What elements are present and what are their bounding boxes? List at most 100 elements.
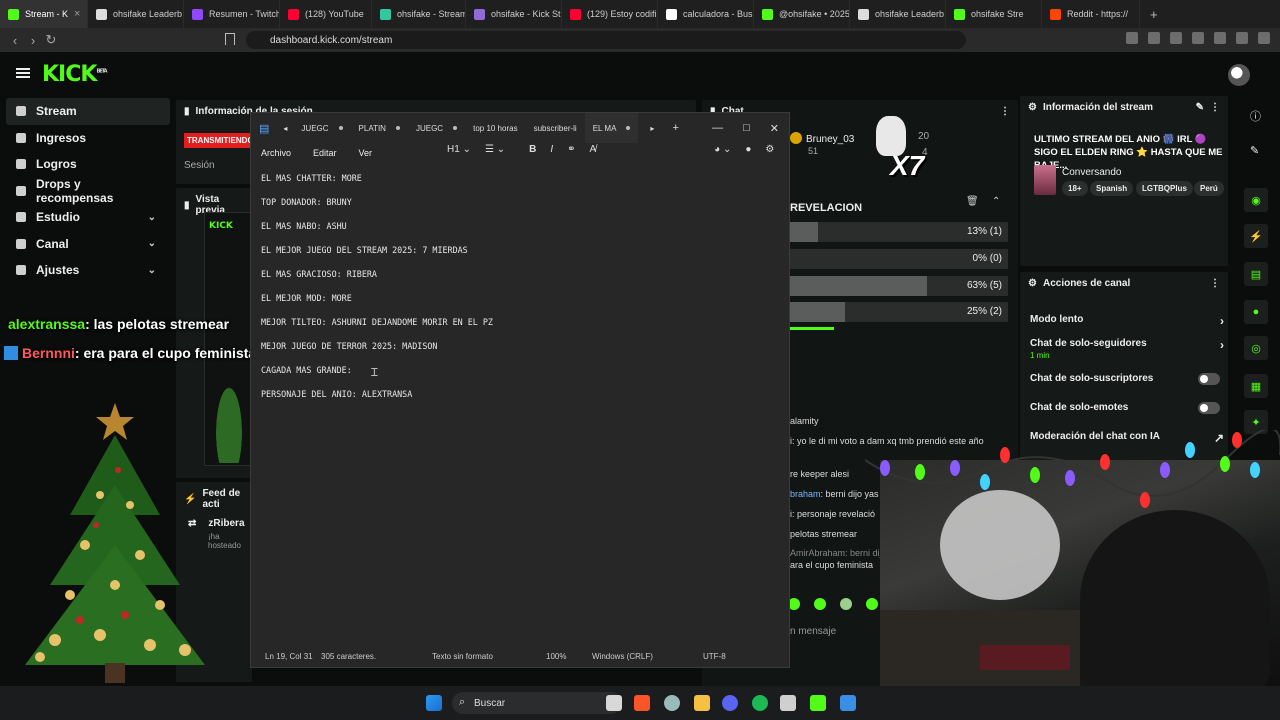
extension-icon[interactable] <box>1236 32 1248 44</box>
channel-action[interactable]: Chat de solo-suscriptores <box>1030 373 1226 385</box>
rail-button-layout[interactable]: ▦ <box>1244 374 1268 398</box>
toggle-switch[interactable] <box>1198 402 1220 414</box>
copilot-icon[interactable]: ◕ ⌄ <box>714 144 731 155</box>
extension-icon[interactable] <box>1170 32 1182 44</box>
extension-icon[interactable] <box>1192 32 1204 44</box>
bold-icon[interactable]: B <box>529 144 536 155</box>
kick-logo[interactable]: KICKBETA <box>42 62 108 87</box>
brave-icon[interactable] <box>634 695 650 711</box>
sidebar-item-estudio[interactable]: Estudio ⌄ <box>0 204 172 231</box>
minimize-icon[interactable]: — <box>712 122 723 135</box>
notepad-tab[interactable]: JUEGC <box>408 113 465 143</box>
link-icon[interactable]: ⚭ <box>567 144 575 155</box>
channel-action[interactable]: Chat de solo-emotes <box>1030 402 1226 414</box>
notepad-tab[interactable]: EL MA <box>584 113 639 143</box>
category-thumbnail[interactable] <box>1034 165 1056 195</box>
url-field[interactable]: dashboard.kick.com/stream <box>246 31 966 49</box>
encoding[interactable]: UTF-8 <box>703 652 726 661</box>
category-name[interactable]: Conversando <box>1062 167 1121 178</box>
notepad-text-area[interactable]: EL MAS CHATTER: MORE TOP DONADOR: BRUNY EL… <box>261 171 781 411</box>
sidebar-item-ajustes[interactable]: Ajustes ⌄ <box>0 257 172 284</box>
channel-action[interactable]: Chat de solo-seguidores 1 min › <box>1030 338 1226 360</box>
edit-icon[interactable]: ✎ <box>1196 102 1204 113</box>
account-icon[interactable]: ● <box>745 144 751 155</box>
rail-button-broadcast[interactable]: ◎ <box>1244 336 1268 360</box>
emote-icon[interactable] <box>814 598 826 610</box>
pencil-icon[interactable]: ✎ <box>1250 144 1259 157</box>
start-button-icon[interactable] <box>426 695 442 711</box>
heading-dropdown[interactable]: H1 ⌄ <box>447 144 471 155</box>
reload-icon[interactable]: ↻ <box>42 32 60 48</box>
stream-tag[interactable]: 18+ <box>1062 181 1088 196</box>
forward-icon[interactable]: › <box>24 33 42 48</box>
poll-collapse-icon[interactable]: ⌃ <box>992 196 1000 207</box>
chat-input[interactable]: n mensaje <box>790 626 836 637</box>
chat-more-icon[interactable]: ⋮ <box>1000 106 1010 117</box>
rail-button-chat[interactable]: ● <box>1244 300 1268 324</box>
info-icon[interactable]: ⓘ <box>1250 108 1261 124</box>
italic-icon[interactable]: I <box>550 144 553 155</box>
browser-tab[interactable]: (129) Estoy codifi <box>562 0 658 28</box>
emote-icon[interactable] <box>840 598 852 610</box>
extension-icon[interactable] <box>1126 32 1138 44</box>
actions-more-icon[interactable]: ⋮ <box>1210 278 1220 289</box>
browser-tab[interactable]: ohsifake Stre <box>946 0 1042 28</box>
scroll-right-icon[interactable]: ▸ <box>638 124 666 133</box>
poll-delete-icon[interactable]: 🗑 <box>966 196 979 207</box>
sidebar-item-stream[interactable]: Stream <box>6 98 170 125</box>
stream-tag[interactable]: LGTBQPlus <box>1136 181 1193 196</box>
browser-tab[interactable]: ohsifake Leaderb <box>88 0 184 28</box>
notepad-tab[interactable]: JUEGC <box>293 113 350 143</box>
scroll-left-icon[interactable]: ◂ <box>277 124 293 133</box>
task-view-icon[interactable] <box>606 695 622 711</box>
chrome-icon[interactable] <box>664 695 680 711</box>
chat-top-user[interactable]: Bruney_03 <box>790 132 854 145</box>
browser-tab[interactable]: @ohsifake • 2025 <box>754 0 850 28</box>
toggle-switch[interactable] <box>1198 373 1220 385</box>
browser-tab[interactable]: Stream - K × <box>0 0 88 28</box>
back-icon[interactable]: ‹ <box>6 33 24 48</box>
sidebar-item-drops[interactable]: Drops y recompensas <box>0 177 172 205</box>
close-icon[interactable]: ✕ <box>770 122 779 135</box>
notepad-menu-archivo[interactable]: Archivo <box>261 148 291 158</box>
notepad-tab[interactable]: subscriber-li <box>526 113 585 143</box>
unknown-app-icon[interactable] <box>780 695 796 711</box>
emote-icon[interactable] <box>866 598 878 610</box>
chat-username[interactable]: braham <box>790 489 821 499</box>
taskbar-search[interactable]: ⌕ Buscar <box>452 692 622 714</box>
browser-tab[interactable]: ohsifake - Stream <box>372 0 466 28</box>
sidebar-item-canal[interactable]: Canal ⌄ <box>0 231 172 258</box>
hamburger-menu-icon[interactable] <box>16 68 30 78</box>
line-ending[interactable]: Windows (CRLF) <box>592 652 653 661</box>
browser-tab[interactable]: Resumen - Twitch <box>184 0 280 28</box>
notepad-window[interactable]: ▤ ◂ JUEGC PLATIN JUEGC top 10 horas subscriber… <box>250 112 790 668</box>
menu-icon[interactable] <box>1258 32 1270 44</box>
clear-format-icon[interactable]: A̸ <box>590 144 597 155</box>
browser-tab[interactable]: Reddit - https:// <box>1042 0 1140 28</box>
notepad-tab[interactable]: top 10 horas <box>465 113 525 143</box>
extension-icon[interactable] <box>1148 32 1160 44</box>
notepad-app-icon[interactable] <box>840 695 856 711</box>
explorer-icon[interactable] <box>694 695 710 711</box>
new-tab-icon[interactable]: + <box>666 122 684 134</box>
user-avatar[interactable] <box>1228 64 1250 86</box>
notepad-menu-ver[interactable]: Ver <box>359 148 373 158</box>
browser-tab[interactable]: calculadora - Bus <box>658 0 754 28</box>
stream-tag[interactable]: Perú <box>1194 181 1224 196</box>
close-tab-icon[interactable]: × <box>74 8 80 20</box>
sidebar-item-logros[interactable]: Logros <box>0 151 172 178</box>
stream-tag[interactable]: Spanish <box>1090 181 1134 196</box>
browser-tab[interactable]: ohsifake Leaderb <box>850 0 946 28</box>
list-icon[interactable]: ☰ ⌄ <box>485 144 505 155</box>
browser-tab[interactable]: (128) YouTube <box>280 0 372 28</box>
maximize-icon[interactable]: □ <box>743 122 750 135</box>
channel-action[interactable]: Modo lento › <box>1030 314 1226 328</box>
text-format[interactable]: Texto sin formato <box>432 652 493 661</box>
stream-info-more-icon[interactable]: ⋮ <box>1210 102 1220 113</box>
notepad-tab[interactable]: PLATIN <box>351 113 408 143</box>
notepad-settings-icon[interactable]: ⚙ <box>765 144 774 155</box>
browser-tab[interactable]: ohsifake - Kick St <box>466 0 562 28</box>
bookmark-icon[interactable] <box>225 33 235 45</box>
zoom-level[interactable]: 100% <box>546 652 566 661</box>
rail-button-camera[interactable]: ◉ <box>1244 188 1268 212</box>
